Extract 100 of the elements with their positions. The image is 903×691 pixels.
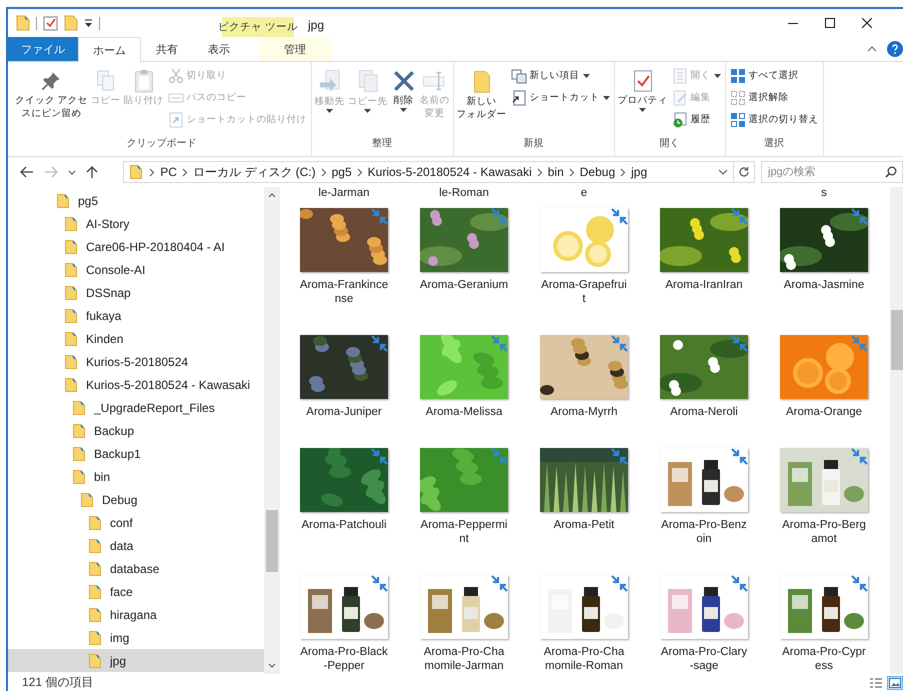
collapse-ribbon-icon[interactable]	[867, 46, 877, 52]
file-item[interactable]: Aroma-Geranium	[404, 208, 524, 321]
file-item[interactable]: Aroma-Pro-Black-Pepper	[284, 575, 404, 674]
ribbon-button[interactable]: すべて選択	[728, 65, 821, 86]
folder-item[interactable]: jpg	[8, 649, 264, 672]
file-icon[interactable]	[16, 15, 30, 31]
folder-item[interactable]: Backup	[8, 419, 264, 442]
folder-icon	[79, 492, 95, 508]
breadcrumb-item[interactable]: bin	[548, 165, 564, 179]
file-item[interactable]: Aroma-Petit	[524, 448, 644, 561]
help-icon[interactable]	[887, 41, 903, 57]
file-item[interactable]: Aroma-Orange	[764, 335, 884, 448]
ribbon-button[interactable]: 選択の切り替え	[728, 109, 821, 130]
search-field[interactable]: jpgの検索	[761, 161, 903, 183]
ribbon-tab[interactable]: 表示	[193, 37, 245, 61]
folder-item[interactable]: face	[8, 580, 264, 603]
scrollbar-thumb[interactable]	[891, 310, 903, 370]
file-item[interactable]: Aroma-IranIran	[644, 208, 764, 321]
folder-item[interactable]: img	[8, 626, 264, 649]
file-item[interactable]: Aroma-Peppermint	[404, 448, 524, 575]
folder-item[interactable]: pg5	[8, 189, 264, 212]
file-item[interactable]: Aroma-Pro-Clary-sage	[644, 575, 764, 674]
file-item[interactable]: Aroma-Pro-Benzoin	[644, 448, 764, 575]
folder-item[interactable]: Backup1	[8, 442, 264, 465]
scrollbar-thumb[interactable]	[266, 510, 278, 572]
maximize-icon[interactable]	[825, 18, 835, 28]
ribbon-tab[interactable]: 共有	[141, 37, 193, 61]
ribbon-tab[interactable]: 管理	[259, 37, 331, 61]
close-icon[interactable]	[862, 18, 872, 28]
breadcrumb-item[interactable]: Kurios-5-20180524 - Kawasaki	[368, 165, 532, 179]
breadcrumb-item[interactable]: pg5	[332, 165, 352, 179]
clipboard-icon	[132, 68, 155, 94]
breadcrumb-item[interactable]: jpg	[631, 165, 648, 179]
folder-icon	[71, 446, 87, 462]
ribbon-tab[interactable]: ホーム	[78, 37, 141, 62]
ribbon-tab[interactable]: ファイル	[8, 37, 78, 61]
scissors-icon	[168, 68, 184, 84]
ribbon-button[interactable]: クイック アクセ スにピン留め	[14, 65, 89, 136]
ribbon-button[interactable]: 選択解除	[728, 87, 821, 108]
folder-item[interactable]: conf	[8, 511, 264, 534]
search-icon[interactable]	[885, 166, 897, 178]
folder-item[interactable]: Debug	[8, 488, 264, 511]
folder-icon	[55, 192, 71, 208]
customize-caret-icon[interactable]	[84, 18, 93, 28]
folder-item[interactable]: _UpgradeReport_Files	[8, 396, 264, 419]
folder-item[interactable]: bin	[8, 465, 264, 488]
properties-check-icon	[632, 68, 654, 94]
back-arrow-icon[interactable]	[20, 166, 34, 178]
folder-item[interactable]: Kinden	[8, 327, 264, 350]
file-item[interactable]: Aroma-Patchouli	[284, 448, 404, 561]
scroll-down-icon[interactable]	[268, 663, 276, 668]
folder-item[interactable]: DSSnap	[8, 281, 264, 304]
file-item[interactable]: Aroma-Jasmine	[764, 208, 884, 321]
scroll-up-icon[interactable]	[268, 193, 276, 198]
file-item[interactable]: Aroma-Neroli	[644, 335, 764, 448]
scrollbar[interactable]	[264, 187, 280, 674]
ribbon-button[interactable]: 新しい項目	[508, 65, 612, 86]
refresh-icon[interactable]	[738, 166, 750, 178]
ribbon-button[interactable]: 新しい フォルダー	[456, 65, 508, 136]
folder-item[interactable]: Care06-HP-20180404 - AI	[8, 235, 264, 258]
ribbon-button[interactable]: 履歴	[670, 109, 723, 130]
folder-item[interactable]: data	[8, 534, 264, 557]
file-item[interactable]: Aroma-Grapefruit	[524, 208, 644, 335]
file-item[interactable]: Aroma-Melissa	[404, 335, 524, 448]
up-arrow-icon[interactable]	[86, 165, 98, 179]
history-icon	[672, 112, 688, 128]
file-item[interactable]: Aroma-Pro-Chamomile-Jarman	[404, 575, 524, 674]
large-icons-view-icon	[889, 678, 901, 688]
properties-check-icon[interactable]	[43, 16, 58, 30]
folder-icon	[128, 164, 144, 180]
chevron-icon	[149, 168, 156, 176]
folder-item[interactable]: Kurios-5-20180524 - Kawasaki	[8, 373, 264, 396]
item-count: 121 個の項目	[22, 674, 94, 691]
folder-item[interactable]: Console-AI	[8, 258, 264, 281]
file-item[interactable]: Aroma-Myrrh	[524, 335, 644, 448]
breadcrumb-item[interactable]: PC	[160, 165, 177, 179]
ribbon-button[interactable]: 削除	[390, 65, 418, 136]
address-bar[interactable]: PC ローカル ディスク (C:) pg5 Kurios-5-20180524 - Kawasaki bin Debug jpg	[123, 161, 755, 183]
folder-item[interactable]: AI-Story	[8, 212, 264, 235]
scrollbar[interactable]	[890, 187, 903, 674]
folder-item[interactable]: hiragana	[8, 603, 264, 626]
dropdown-caret-icon[interactable]	[718, 169, 728, 175]
folder-item[interactable]: database	[8, 557, 264, 580]
chevron-icon	[536, 168, 543, 176]
file-item[interactable]: Aroma-Juniper	[284, 335, 404, 448]
file-item[interactable]: Aroma-Pro-Bergamot	[764, 448, 884, 575]
view-button[interactable]	[868, 676, 884, 690]
file-item[interactable]: Aroma-Frankincense	[284, 208, 404, 335]
folder-item[interactable]: Kurios-5-20180524	[8, 350, 264, 373]
file-item[interactable]: Aroma-Pro-Chamomile-Roman	[524, 575, 644, 674]
breadcrumb-item[interactable]: Debug	[580, 165, 616, 179]
recent-caret-icon[interactable]	[68, 170, 76, 174]
ribbon-button[interactable]: プロパティ	[616, 65, 669, 136]
caret-icon	[639, 108, 646, 112]
view-button[interactable]	[887, 676, 903, 690]
file-item[interactable]: Aroma-Pro-Cypress	[764, 575, 884, 674]
folder-item[interactable]: fukaya	[8, 304, 264, 327]
ribbon-button[interactable]: ショートカット	[508, 87, 612, 108]
breadcrumb-item[interactable]: ローカル ディスク (C:)	[192, 164, 316, 180]
caret-icon	[602, 96, 610, 100]
